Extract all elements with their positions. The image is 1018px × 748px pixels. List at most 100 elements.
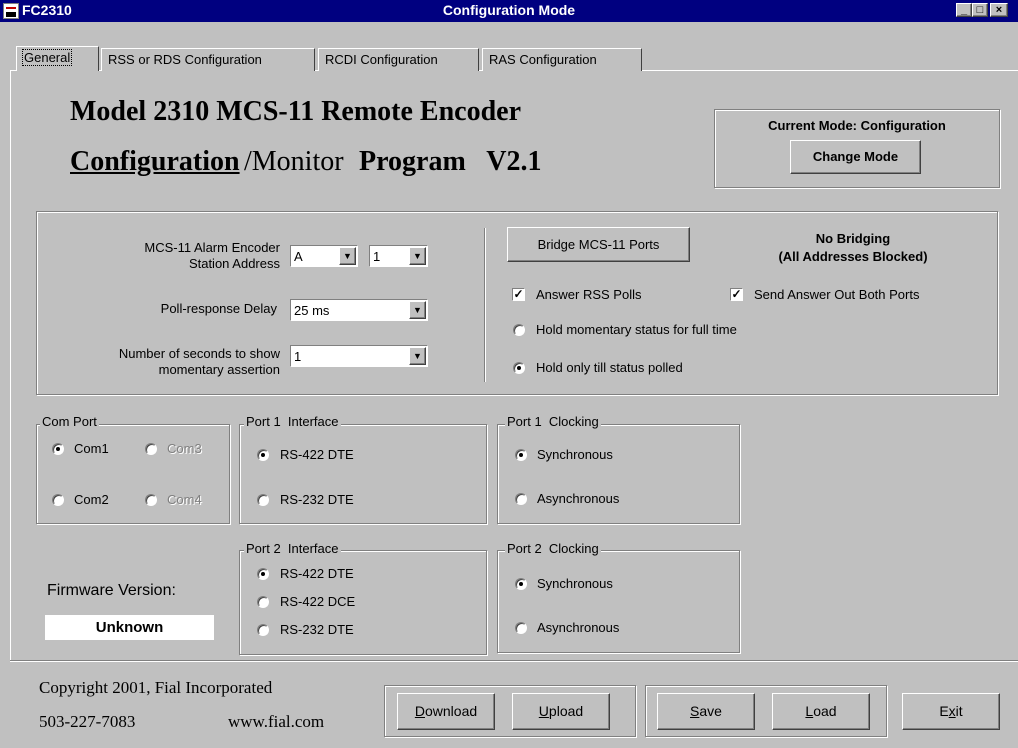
- port2-rs232-dte-label[interactable]: RS-232 DTE: [280, 622, 354, 637]
- port1-clocking-title: Port 1 Clocking: [505, 414, 601, 429]
- download-button[interactable]: Download: [397, 693, 495, 730]
- com-port-title: Com Port: [40, 414, 99, 429]
- load-button[interactable]: Load: [772, 693, 870, 730]
- firmware-version-label: Firmware Version:: [47, 582, 176, 599]
- bridging-status-detail: (All Addresses Blocked): [778, 249, 928, 264]
- com2-radio[interactable]: [52, 494, 64, 506]
- hold-full-time-radio[interactable]: [513, 324, 525, 336]
- port1-clocking-group: [497, 424, 740, 524]
- port2-asynchronous-label[interactable]: Asynchronous: [537, 620, 619, 635]
- tab-general[interactable]: General: [16, 46, 99, 71]
- copyright-text: Copyright 2001, Fial Incorporated: [39, 678, 273, 697]
- port1-rs232-dte-label[interactable]: RS-232 DTE: [280, 492, 354, 507]
- poll-delay-label: Poll-response Delay: [160, 301, 277, 316]
- port1-synchronous-radio[interactable]: [515, 449, 527, 461]
- com4-radio: [145, 494, 157, 506]
- save-label: ave: [699, 703, 722, 719]
- port1-asynchronous-label[interactable]: Asynchronous: [537, 491, 619, 506]
- send-both-ports-checkbox[interactable]: ✓: [730, 288, 743, 301]
- exit-label-pre: E: [939, 703, 949, 719]
- port2-rs422-dce-label[interactable]: RS-422 DCE: [280, 594, 355, 609]
- station-number-value: 1: [373, 249, 381, 264]
- port1-rs232-dte-radio[interactable]: [257, 494, 269, 506]
- upload-button[interactable]: Upload: [512, 693, 610, 730]
- exit-label: it: [955, 703, 963, 719]
- momentary-label-1: Number of seconds to show: [118, 346, 280, 361]
- port2-interface-group: [239, 550, 487, 655]
- maximize-button[interactable]: □: [972, 3, 988, 17]
- current-mode-label: Current Mode: Configuration: [768, 118, 946, 133]
- tab-rss-rds-configuration[interactable]: RSS or RDS Configuration: [101, 48, 315, 71]
- momentary-seconds-select[interactable]: 1 ▼: [290, 345, 428, 367]
- answer-rss-label[interactable]: Answer RSS Polls: [536, 287, 641, 302]
- com3-label: Com3: [167, 441, 202, 456]
- chevron-down-icon[interactable]: ▼: [409, 347, 426, 365]
- port1-asynchronous-radio[interactable]: [515, 493, 527, 505]
- hold-till-polled-radio[interactable]: [513, 362, 525, 374]
- exit-button[interactable]: Exit: [902, 693, 1000, 730]
- program-subtitle-configuration: Configuration: [70, 146, 240, 177]
- station-letter-value: A: [294, 249, 303, 264]
- program-title: Model 2310 MCS-11 Remote Encoder: [70, 96, 522, 127]
- port2-rs422-dte-radio[interactable]: [257, 568, 269, 580]
- station-letter-select[interactable]: A ▼: [290, 245, 358, 267]
- momentary-label-2: momentary assertion: [158, 362, 280, 377]
- download-mnemonic: D: [414, 703, 425, 719]
- exit-mnemonic: x: [948, 703, 956, 719]
- port2-rs422-dte-label[interactable]: RS-422 DTE: [280, 566, 354, 581]
- com3-radio: [145, 443, 157, 455]
- port2-rs232-dte-radio[interactable]: [257, 624, 269, 636]
- save-button[interactable]: Save: [657, 693, 755, 730]
- com1-label[interactable]: Com1: [74, 441, 109, 456]
- station-address-label-1: MCS-11 Alarm Encoder: [144, 240, 280, 255]
- change-mode-button[interactable]: Change Mode: [790, 140, 921, 174]
- program-version: Program V2.1: [359, 146, 542, 177]
- title-bar[interactable]: FC2310 Configuration Mode _ □ ×: [0, 0, 1018, 22]
- load-label: oad: [813, 703, 837, 719]
- send-both-ports-label[interactable]: Send Answer Out Both Ports: [754, 287, 919, 302]
- bridging-status: No Bridging: [815, 231, 891, 246]
- com2-label[interactable]: Com2: [74, 492, 109, 507]
- station-address-label-2: Station Address: [188, 256, 280, 271]
- port2-interface-title: Port 2 Interface: [244, 541, 341, 556]
- port1-rs422-dte-radio[interactable]: [257, 449, 269, 461]
- port1-interface-group: [239, 424, 487, 524]
- port2-clocking-group: [497, 550, 740, 653]
- chevron-down-icon[interactable]: ▼: [339, 247, 356, 265]
- chevron-down-icon[interactable]: ▼: [409, 247, 426, 265]
- upload-label: pload: [548, 703, 584, 719]
- com4-label: Com4: [167, 492, 202, 507]
- com1-radio[interactable]: [52, 443, 64, 455]
- com-port-group: [36, 424, 230, 524]
- port2-synchronous-radio[interactable]: [515, 578, 527, 590]
- save-mnemonic: S: [690, 703, 700, 719]
- port1-synchronous-label[interactable]: Synchronous: [537, 447, 613, 462]
- poll-delay-value: 25 ms: [294, 303, 330, 318]
- program-subtitle-monitor: /Monitor: [244, 146, 344, 177]
- poll-delay-select[interactable]: 25 ms ▼: [290, 299, 428, 321]
- close-button[interactable]: ×: [990, 3, 1008, 17]
- tab-ras-configuration[interactable]: RAS Configuration: [482, 48, 642, 71]
- group-separator: [484, 228, 486, 382]
- port2-rs422-dce-radio[interactable]: [257, 596, 269, 608]
- momentary-seconds-value: 1: [294, 349, 302, 364]
- hold-full-time-label[interactable]: Hold momentary status for full time: [536, 322, 737, 337]
- hold-till-polled-label[interactable]: Hold only till status polled: [536, 360, 683, 375]
- minimize-button[interactable]: _: [956, 3, 972, 17]
- bridge-ports-button[interactable]: Bridge MCS-11 Ports: [507, 227, 690, 262]
- tab-general-label: General: [21, 49, 73, 66]
- port1-rs422-dte-label[interactable]: RS-422 DTE: [280, 447, 354, 462]
- download-label: ownload: [424, 703, 478, 719]
- port2-asynchronous-radio[interactable]: [515, 622, 527, 634]
- chevron-down-icon[interactable]: ▼: [409, 301, 426, 319]
- footer-divider: [10, 660, 1018, 662]
- answer-rss-checkbox[interactable]: ✓: [512, 288, 525, 301]
- website-text: www.fial.com: [228, 712, 325, 731]
- firmware-version-value: Unknown: [45, 615, 214, 640]
- window-title: Configuration Mode: [442, 2, 576, 18]
- station-number-select[interactable]: 1 ▼: [369, 245, 428, 267]
- port2-clocking-title: Port 2 Clocking: [505, 541, 601, 556]
- port2-synchronous-label[interactable]: Synchronous: [537, 576, 613, 591]
- phone-number: 503-227-7083: [39, 712, 136, 731]
- tab-rcdi-configuration[interactable]: RCDI Configuration: [318, 48, 479, 71]
